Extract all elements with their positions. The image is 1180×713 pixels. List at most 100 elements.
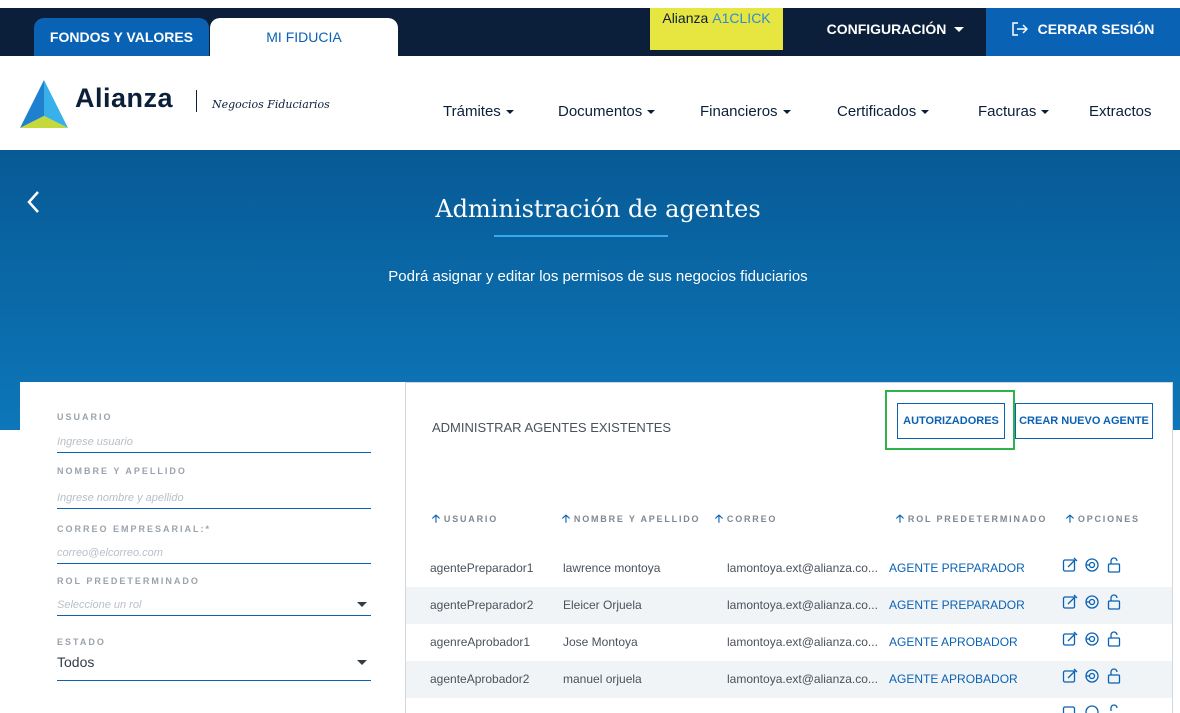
edit-icon[interactable] <box>1062 631 1078 647</box>
cell-correo: lamontoya.ext@alianza.co... <box>727 672 878 686</box>
nombre-input[interactable] <box>57 487 371 509</box>
page-title: Administración de agentes <box>435 195 761 223</box>
cell-rol: AGENTE APROBADOR <box>889 672 1018 686</box>
cell-usuario: agenteAprobador2 <box>430 672 530 686</box>
column-header-label: CORREO <box>726 514 778 524</box>
title-underline <box>494 235 668 237</box>
edit-icon[interactable] <box>1062 668 1078 684</box>
aclick-prefix: Alianza <box>662 10 709 26</box>
unlock-icon[interactable] <box>1106 594 1122 610</box>
cell-rol: AGENTE PREPARADOR <box>889 561 1025 575</box>
alianza-logo-text: Alianza <box>75 83 174 113</box>
crear-nuevo-agente-button[interactable]: CREAR NUEVO AGENTE <box>1015 403 1153 439</box>
nav-item-label: Financieros <box>700 103 778 120</box>
chevron-down-icon <box>357 660 367 665</box>
cell-usuario: agentePreparador2 <box>430 598 534 612</box>
autorizadores-button[interactable]: AUTORIZADORES <box>897 403 1005 439</box>
nav-item-tramites[interactable]: Trámites <box>443 103 514 120</box>
alianza-a1click-link[interactable]: Alianza A1CLICK <box>650 8 783 50</box>
correo-input[interactable] <box>57 542 371 564</box>
permissions-icon[interactable] <box>1084 631 1100 647</box>
sort-arrow-icon: 🡡 <box>896 513 904 525</box>
nombre-label: NOMBRE Y APELLIDO <box>57 466 187 476</box>
sort-arrow-icon: 🡡 <box>1066 513 1074 525</box>
column-header-label: USUARIO <box>443 514 499 524</box>
estado-label: ESTADO <box>57 637 106 647</box>
usuario-label: USUARIO <box>57 412 113 422</box>
nav-item-facturas[interactable]: Facturas <box>978 103 1050 120</box>
column-header-label: OPCIONES <box>1077 514 1140 524</box>
rol-label: ROL PREDETERMINADO <box>57 576 200 586</box>
nav-item-financieros[interactable]: Financieros <box>700 103 791 120</box>
cell-nombre: manuel orjuela <box>563 672 642 686</box>
cell-correo: lamontoya.ext@alianza.co... <box>727 635 878 649</box>
configuracion-label: CONFIGURACIÓN <box>826 21 947 37</box>
chevron-down-icon <box>954 26 965 32</box>
nav-item-label: Certificados <box>837 103 917 120</box>
unlock-icon[interactable] <box>1106 668 1122 684</box>
chevron-down-icon <box>357 602 367 607</box>
edit-icon[interactable] <box>1062 594 1078 610</box>
table-row: agenreAprobador1 Jose Montoya lamontoya.… <box>406 624 1172 661</box>
tab-mi-fiducia[interactable]: MI FIDUCIA <box>210 18 398 56</box>
nav-item-label: Facturas <box>978 103 1037 120</box>
column-header-correo[interactable]: 🡡 CORREO <box>715 510 777 529</box>
chevron-down-icon <box>782 110 791 115</box>
nav-item-documentos[interactable]: Documentos <box>558 103 656 120</box>
panel-title: ADMINISTRAR AGENTES EXISTENTES <box>432 420 672 435</box>
column-header-rol[interactable]: 🡡 ROL PREDETERMINADO <box>896 510 1047 529</box>
unlock-icon[interactable] <box>1106 631 1122 647</box>
estado-underline <box>57 680 371 681</box>
cell-usuario: agenreAprobador1 <box>430 635 531 649</box>
cell-nombre: Eleicer Orjuela <box>563 598 642 612</box>
brand-subtitle: Negocios Fiduciarios <box>212 98 330 111</box>
column-header-label: NOMBRE Y APELLIDO <box>573 514 701 524</box>
chevron-down-icon <box>921 110 930 115</box>
chevron-down-icon <box>505 110 514 115</box>
nav-item-certificados[interactable]: Certificados <box>837 103 930 120</box>
nav-item-label: Documentos <box>558 103 643 120</box>
chevron-down-icon <box>1041 110 1050 115</box>
unlock-icon[interactable] <box>1106 704 1122 713</box>
nav-item-label: Trámites <box>443 103 501 120</box>
sort-arrow-icon: 🡡 <box>715 513 723 525</box>
edit-icon[interactable] <box>1062 704 1078 713</box>
column-header-usuario[interactable]: 🡡 USUARIO <box>432 510 498 529</box>
chevron-down-icon <box>647 110 656 115</box>
column-header-nombre[interactable]: 🡡 NOMBRE Y APELLIDO <box>562 510 700 529</box>
cerrar-sesion-button[interactable]: CERRAR SESIÓN <box>986 8 1180 56</box>
aclick-brand: A1CLICK <box>712 10 771 26</box>
cell-correo: lamontoya.ext@alianza.co... <box>727 561 878 575</box>
alianza-logo-icon <box>20 80 68 128</box>
table-row: agentePreparador2 Eleicer Orjuela lamont… <box>406 587 1172 624</box>
column-header-label: ROL PREDETERMINADO <box>907 514 1048 524</box>
permissions-icon[interactable] <box>1084 704 1100 713</box>
estado-select[interactable]: Todos <box>57 654 94 670</box>
table-row: agenteAprobador2 manuel orjuela lamontoy… <box>406 661 1172 698</box>
cell-rol: AGENTE APROBADOR <box>889 635 1018 649</box>
cell-nombre: lawrence montoya <box>563 561 661 575</box>
tab-fondos-y-valores[interactable]: FONDOS Y VALORES <box>34 18 209 56</box>
configuracion-menu[interactable]: CONFIGURACIÓN <box>813 8 978 56</box>
cell-correo: lamontoya.ext@alianza.co... <box>727 598 878 612</box>
permissions-icon[interactable] <box>1084 557 1100 573</box>
sort-arrow-icon: 🡡 <box>432 513 440 525</box>
unlock-icon[interactable] <box>1106 557 1122 573</box>
page-subtitle: Podrá asignar y editar los permisos de s… <box>388 268 808 285</box>
nav-item-label: Extractos <box>1089 103 1152 120</box>
nav-item-extractos[interactable]: Extractos <box>1089 103 1152 120</box>
permissions-icon[interactable] <box>1084 668 1100 684</box>
logo-divider <box>196 90 197 112</box>
logout-icon <box>1011 22 1028 36</box>
table-row: agentePreparador1 lawrence montoya lamon… <box>406 550 1172 587</box>
cell-nombre: Jose Montoya <box>563 635 638 649</box>
edit-icon[interactable] <box>1062 557 1078 573</box>
rol-select[interactable] <box>57 594 371 616</box>
column-header-opciones: 🡡 OPCIONES <box>1066 510 1140 529</box>
permissions-icon[interactable] <box>1084 594 1100 610</box>
correo-label: CORREO EMPRESARIAL:* <box>57 524 212 534</box>
usuario-input[interactable] <box>57 431 371 453</box>
next-row-options-partial <box>1062 704 1142 713</box>
sort-arrow-icon: 🡡 <box>562 513 570 525</box>
cell-rol: AGENTE PREPARADOR <box>889 598 1025 612</box>
